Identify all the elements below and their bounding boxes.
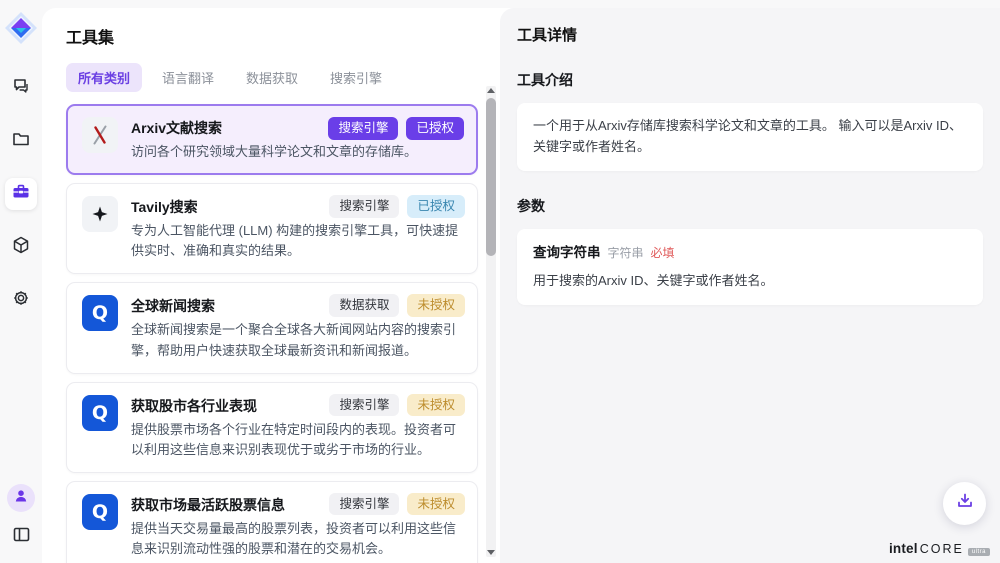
tool-card-sector-performance[interactable]: Q 获取股市各行业表现 提供股票市场各个行业在特定时间段内的表现。投资者可以利用… xyxy=(66,382,478,473)
intro-text: 一个用于从Arxiv存储库搜索科学论文和文章的工具。 输入可以是Arxiv ID… xyxy=(533,118,962,154)
tool-desc: 提供股票市场各个行业在特定时间段内的表现。投资者可以利用这些信息来识别表现优于或… xyxy=(131,420,462,460)
auth-status-badge: 已授权 xyxy=(406,117,464,140)
scroll-up-arrow-icon[interactable] xyxy=(487,88,495,93)
tab-language-translation[interactable]: 语言翻译 xyxy=(150,63,226,92)
category-badge: 搜索引擎 xyxy=(329,493,399,516)
intro-heading: 工具介绍 xyxy=(517,70,983,90)
core-wordmark: core xyxy=(920,542,964,556)
tab-data-acquisition[interactable]: 数据获取 xyxy=(234,63,310,92)
icon-rail xyxy=(0,0,42,563)
tool-desc: 提供当天交易量最高的股票列表，投资者可以利用这些信息来识别流动性强的股票和潜在的… xyxy=(131,519,462,559)
tool-card-tavily[interactable]: Tavily搜索 专为人工智能代理 (LLM) 构建的搜索引擎工具，可快速提供实… xyxy=(66,183,478,274)
main-sheet: 工具集 所有类别 语言翻译 数据获取 搜索引擎 A xyxy=(42,8,1000,563)
auth-status-badge: 未授权 xyxy=(407,294,465,317)
intro-card: 一个用于从Arxiv存储库搜索科学论文和文章的工具。 输入可以是Arxiv ID… xyxy=(517,103,983,171)
tavily-star-icon xyxy=(82,196,118,232)
param-name: 查询字符串 xyxy=(533,242,601,264)
packages-nav-button[interactable] xyxy=(5,231,37,263)
app-window: 工具集 所有类别 语言翻译 数据获取 搜索引擎 A xyxy=(0,0,1000,563)
tab-search-engine[interactable]: 搜索引擎 xyxy=(318,63,394,92)
param-card: 查询字符串 字符串 必填 用于搜索的Arxiv ID、关键字或作者姓名。 xyxy=(517,229,983,305)
details-title: 工具详情 xyxy=(517,24,983,45)
param-type: 字符串 xyxy=(608,244,644,263)
toolbox-nav-button[interactable] xyxy=(5,178,37,210)
intel-wordmark: intel xyxy=(889,541,918,556)
user-avatar[interactable] xyxy=(7,484,35,512)
category-tabs: 所有类别 语言翻译 数据获取 搜索引擎 xyxy=(66,63,478,92)
toolset-panel: 工具集 所有类别 语言翻译 数据获取 搜索引擎 A xyxy=(42,8,500,563)
cube-icon xyxy=(11,235,31,260)
toolbox-icon xyxy=(11,182,31,207)
arxiv-icon xyxy=(82,117,118,153)
juhe-q-icon: Q xyxy=(82,295,118,331)
auth-status-badge: 已授权 xyxy=(407,195,465,218)
tool-card-arxiv[interactable]: Arxiv文献搜索 访问各个研究领域大量科学论文和文章的存储库。 搜索引擎 已授… xyxy=(66,104,478,175)
tool-desc: 访问各个研究领域大量科学论文和文章的存储库。 xyxy=(131,142,462,162)
param-desc: 用于搜索的Arxiv ID、关键字或作者姓名。 xyxy=(533,271,967,292)
tool-list: Arxiv文献搜索 访问各个研究领域大量科学论文和文章的存储库。 搜索引擎 已授… xyxy=(66,104,478,563)
tool-desc: 专为人工智能代理 (LLM) 构建的搜索引擎工具，可快速提供实时、准确和真实的结… xyxy=(131,221,462,261)
category-badge: 搜索引擎 xyxy=(329,394,399,417)
folder-icon xyxy=(11,129,31,154)
scrollbar-thumb[interactable] xyxy=(486,98,496,256)
category-badge: 搜索引擎 xyxy=(328,117,398,140)
category-badge: 数据获取 xyxy=(329,294,399,317)
files-nav-button[interactable] xyxy=(5,125,37,157)
download-button[interactable] xyxy=(943,482,986,525)
chat-nav-button[interactable] xyxy=(5,72,37,104)
params-heading: 参数 xyxy=(517,196,983,216)
tool-desc: 全球新闻搜索是一个聚合全球各大新闻网站内容的搜索引擎，帮助用户快速获取全球最新资… xyxy=(131,320,462,360)
toolset-title: 工具集 xyxy=(66,24,478,48)
auth-status-badge: 未授权 xyxy=(407,394,465,417)
settings-nav-button[interactable] xyxy=(5,284,37,316)
tool-details-panel: 工具详情 工具介绍 一个用于从Arxiv存储库搜索科学论文和文章的工具。 输入可… xyxy=(500,8,1000,563)
list-scrollbar[interactable] xyxy=(486,86,496,557)
gear-icon xyxy=(11,288,31,313)
download-icon xyxy=(955,491,975,516)
tool-card-global-news[interactable]: Q 全球新闻搜索 全球新闻搜索是一个聚合全球各大新闻网站内容的搜索引擎，帮助用户… xyxy=(66,282,478,373)
rail-nav xyxy=(5,72,37,316)
auth-status-badge: 未授权 xyxy=(407,493,465,516)
juhe-q-icon: Q xyxy=(82,395,118,431)
param-required-flag: 必填 xyxy=(651,244,675,263)
tab-all-categories[interactable]: 所有类别 xyxy=(66,63,142,92)
ultra-badge: ultra xyxy=(968,548,990,556)
chat-icon xyxy=(11,76,31,101)
category-badge: 搜索引擎 xyxy=(329,195,399,218)
intel-core-logo: intel core ultra xyxy=(889,541,990,556)
app-logo xyxy=(3,10,39,46)
rail-bottom xyxy=(7,484,35,549)
juhe-q-icon: Q xyxy=(82,494,118,530)
scroll-down-arrow-icon[interactable] xyxy=(487,550,495,555)
collapse-sidebar-button[interactable] xyxy=(9,525,33,549)
tool-card-active-stocks[interactable]: Q 获取市场最活跃股票信息 提供当天交易量最高的股票列表，投资者可以利用这些信息… xyxy=(66,481,478,563)
user-avatar-icon xyxy=(13,488,29,509)
collapse-panel-icon xyxy=(12,525,31,549)
